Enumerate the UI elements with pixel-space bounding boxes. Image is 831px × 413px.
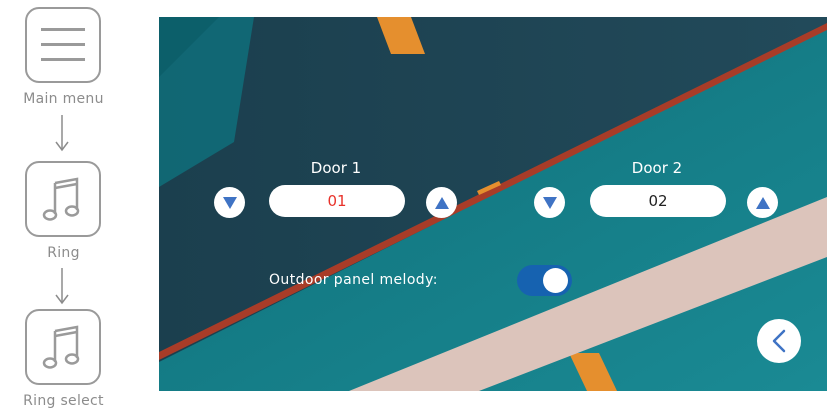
arrow-down-icon [55, 268, 69, 305]
door2-title: Door 2 [631, 159, 683, 177]
door2-increase-button[interactable] [747, 187, 778, 218]
nav-breadcrumb: Main menu Ring Ring select [0, 0, 130, 413]
music-note-icon [42, 325, 80, 369]
triangle-down-icon [222, 196, 237, 209]
door2-decrease-button[interactable] [534, 187, 565, 218]
outdoor-panel-melody-label: Outdoor panel melody: [269, 272, 438, 288]
main-menu-label: Main menu [23, 91, 104, 107]
door1-increase-button[interactable] [426, 187, 457, 218]
door1-value-field[interactable]: 01 [269, 185, 405, 217]
door1-title: Door 1 [310, 159, 362, 177]
triangle-up-icon [755, 196, 770, 209]
ring-select-tile[interactable] [25, 309, 101, 385]
ring-label: Ring [47, 245, 80, 261]
chevron-left-icon [772, 329, 786, 353]
triangle-up-icon [434, 196, 449, 209]
ring-tile[interactable] [25, 161, 101, 237]
door1-decrease-button[interactable] [214, 187, 245, 218]
triangle-down-icon [542, 196, 557, 209]
toggle-knob [543, 268, 568, 293]
outdoor-panel-melody-toggle[interactable] [517, 265, 572, 296]
hamburger-icon [41, 28, 85, 61]
music-note-icon [42, 177, 80, 221]
main-menu-tile[interactable] [25, 7, 101, 83]
ring-select-label: Ring select [23, 393, 104, 409]
door2-value-field[interactable]: 02 [590, 185, 726, 217]
arrow-down-icon [55, 115, 69, 152]
back-button[interactable] [757, 319, 801, 363]
device-screen: Door 1 01 Door 2 02 Outdoor panel melody… [159, 17, 827, 391]
background-graphic [159, 17, 827, 391]
